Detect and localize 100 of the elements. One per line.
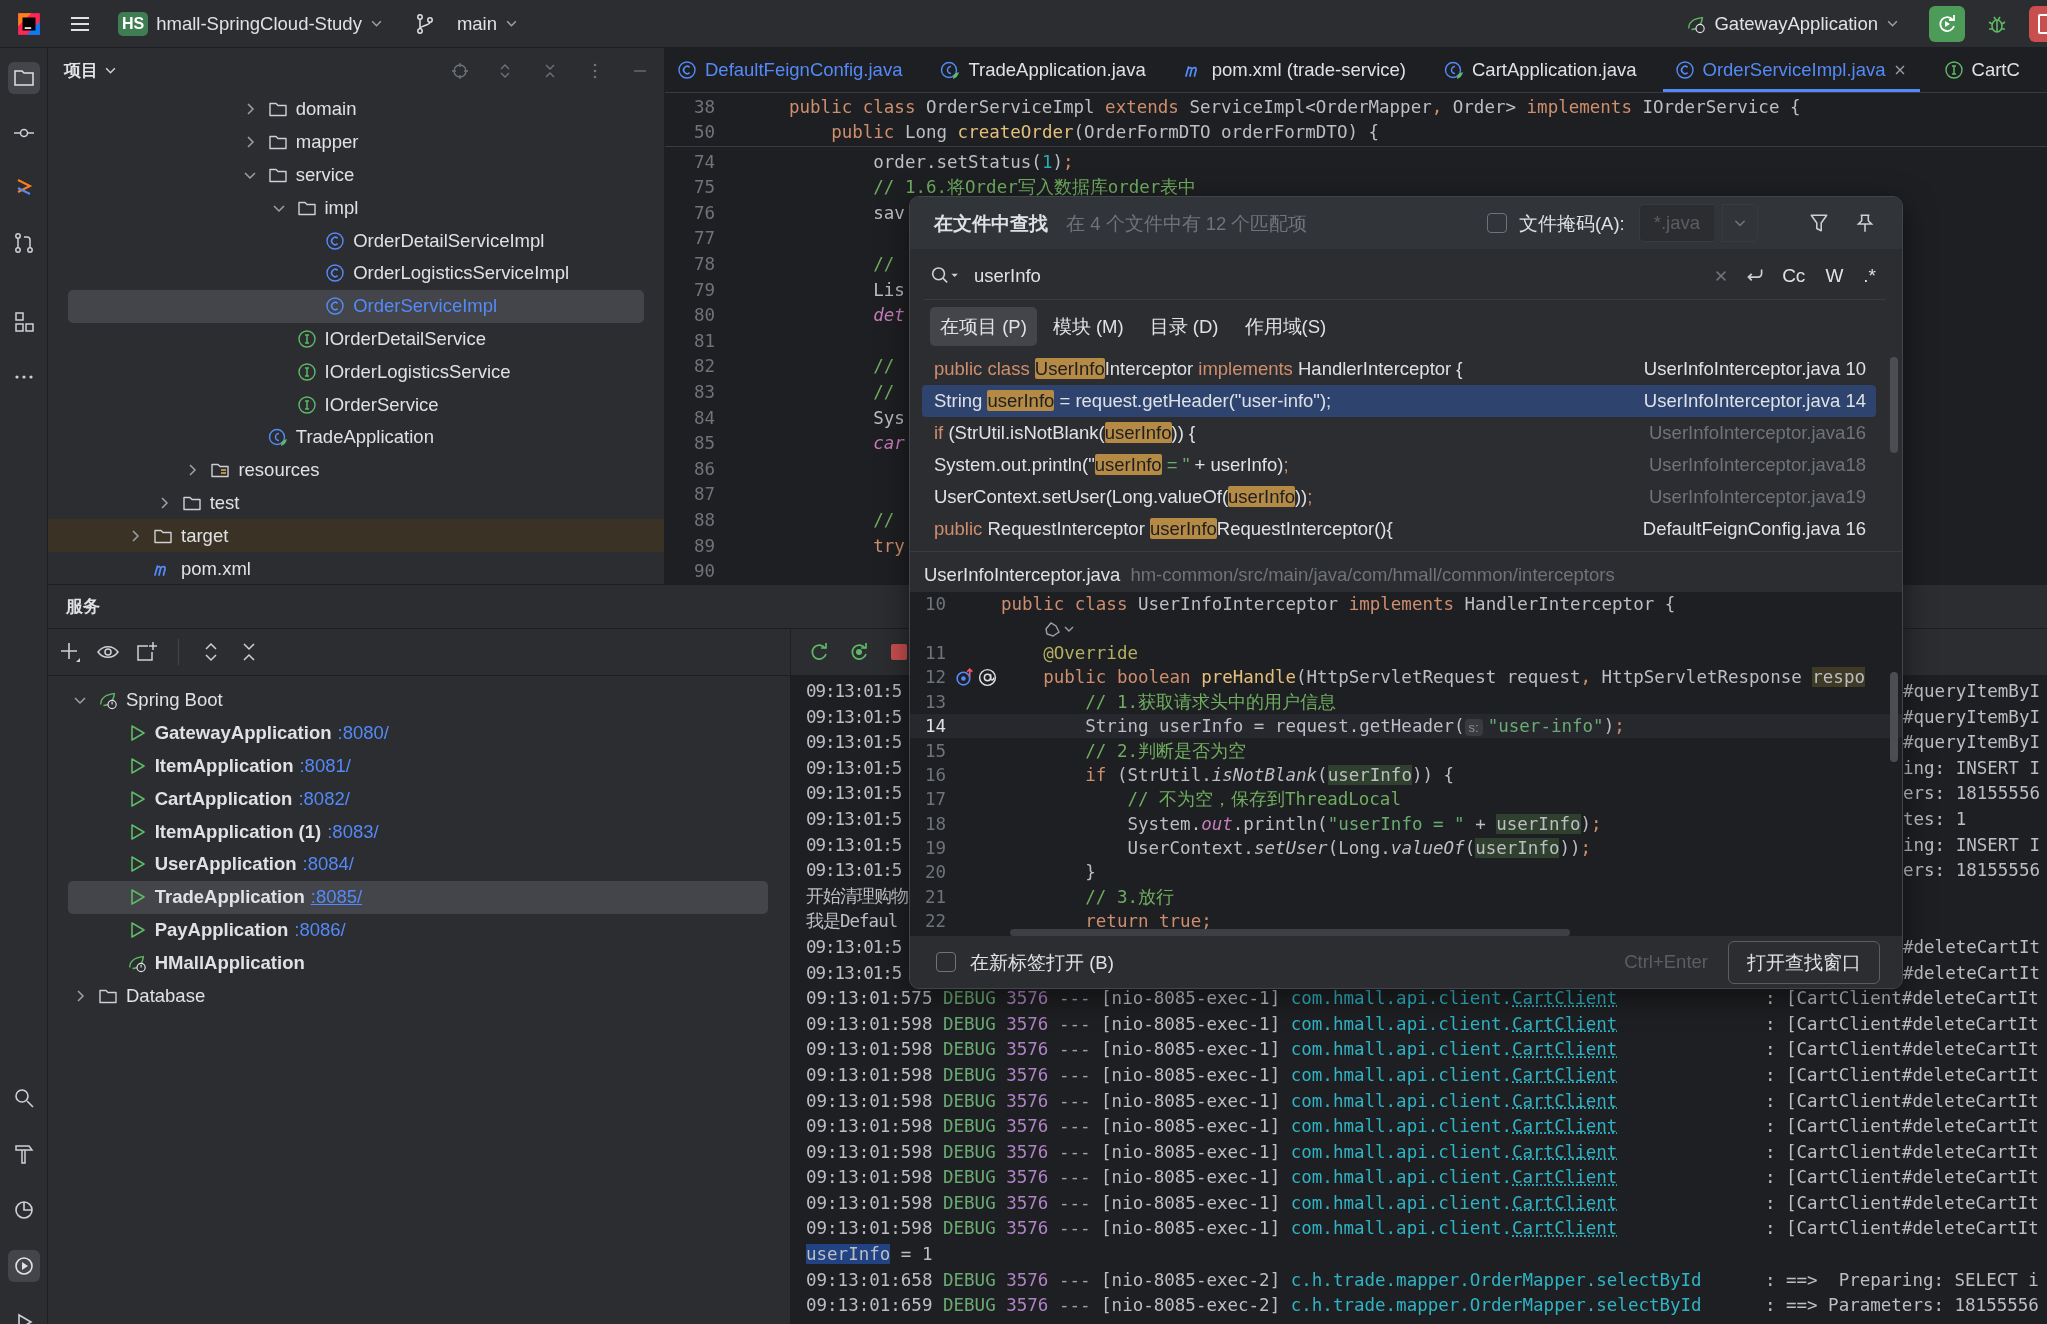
scrollbar[interactable] xyxy=(1890,357,1898,453)
tree-item[interactable]: pom.xml xyxy=(68,552,644,584)
tree-item[interactable]: Database xyxy=(68,979,768,1012)
search-result[interactable]: String userInfo = request.getHeader("user-info"); UserInfoInterceptor.java 14 xyxy=(922,385,1876,417)
implements-icon[interactable] xyxy=(954,666,975,688)
log-line: 09:13:01:575 DEBUG 3576 --- [nio-8085-exec-1] com.hmall.api.client.CartClient : [CartClient#deleteCartIt xyxy=(806,987,2040,1011)
editor-tab[interactable]: CartApplication.java xyxy=(1432,48,1651,92)
search-option-toggle[interactable]: .* xyxy=(1859,261,1880,291)
result-file: UserInfoInterceptor.java 14 xyxy=(1643,390,1866,412)
tree-item[interactable]: impl xyxy=(68,191,644,225)
tree-item[interactable]: UserApplication :8084/ xyxy=(68,848,768,881)
run-config-selector[interactable]: GatewayApplication xyxy=(1678,6,1907,41)
at-sign-icon[interactable] xyxy=(977,666,998,688)
checkbox-label[interactable]: 在新标签打开 (B) xyxy=(970,949,1114,975)
rerun-button[interactable] xyxy=(1929,5,1965,42)
checkbox[interactable] xyxy=(1486,213,1507,233)
tree-item[interactable]: IOrderService xyxy=(68,388,644,421)
line-number: 85 xyxy=(692,433,715,454)
log-text: ing: INSERT I xyxy=(1903,756,2041,780)
log-text: ers: 18155556 xyxy=(1903,859,2041,883)
app-logo-icon[interactable] xyxy=(16,10,42,37)
tree-item[interactable]: OrderLogisticsServiceImpl xyxy=(68,257,644,290)
search-result[interactable]: System.out.println("userInfo = " + userInfo); UserInfoInterceptor.java18 xyxy=(922,449,1876,481)
panel-title[interactable]: 项目 xyxy=(64,59,98,82)
scope-tab[interactable]: 在项目 (P) xyxy=(930,307,1037,346)
tree-item[interactable]: TradeApplication :8085/ xyxy=(68,880,768,914)
locate-icon[interactable] xyxy=(450,60,470,81)
tree-item[interactable]: ItemApplication (1) :8083/ xyxy=(68,815,768,848)
log-text: #queryItemByI xyxy=(1903,731,2041,755)
folder-icon[interactable] xyxy=(7,62,40,94)
tree-item[interactable]: HMallApplication xyxy=(68,946,768,980)
search-field[interactable]: userInfo xyxy=(972,259,1699,293)
tree-item[interactable]: ItemApplication :8081/ xyxy=(68,749,768,783)
new-tab-icon[interactable] xyxy=(134,640,158,664)
log-text: #queryItemByI xyxy=(1903,705,2041,729)
popup-title: 在文件中查找 xyxy=(934,211,1048,236)
class-link[interactable]: CartClient xyxy=(1512,1192,1618,1213)
editor-tab[interactable]: pom.xml (trade-service) xyxy=(1171,48,1420,92)
code-line: Sys xyxy=(872,407,905,428)
pin-icon[interactable] xyxy=(1854,212,1876,234)
port-link[interactable]: :8086/ xyxy=(294,918,346,941)
editor-tab[interactable]: OrderServiceImpl.java xyxy=(1662,48,1920,92)
tree-item[interactable]: service xyxy=(68,158,644,192)
panel-title[interactable]: 服务 xyxy=(66,595,100,618)
editor-tab[interactable]: CartC xyxy=(1931,48,2034,92)
class-link[interactable]: CartClient xyxy=(1512,1167,1618,1188)
search-option-toggle[interactable]: Cc xyxy=(1778,261,1810,291)
project-name: hmall-SpringCloud-Study xyxy=(156,12,362,35)
search-result[interactable]: public RequestInterceptor userInfoRequestInterceptor(){ DefaultFeignConfig.java 16 xyxy=(922,513,1876,545)
log-text: 09:13:01:5 xyxy=(806,705,902,729)
class-link[interactable]: CartClient xyxy=(1512,1141,1618,1162)
class-link[interactable]: CartClient xyxy=(1512,1013,1618,1034)
class-link[interactable]: CartClient xyxy=(1512,1218,1618,1239)
class-link[interactable]: CartClient xyxy=(1512,1090,1618,1111)
search-result[interactable]: public class UserInfoInterceptor implements HandlerInterceptor { UserInfoInterceptor.java 10 xyxy=(922,353,1876,385)
project-selector[interactable]: HS hmall-SpringCloud-Study xyxy=(110,5,391,42)
tree-item[interactable]: CartApplication :8082/ xyxy=(68,782,768,816)
branch-name: main xyxy=(456,12,497,35)
scrollbar[interactable] xyxy=(1890,672,1898,762)
filter-icon[interactable] xyxy=(1808,212,1830,234)
tree-item[interactable]: mapper xyxy=(68,125,644,159)
open-find-window-button[interactable]: 打开查找窗口 xyxy=(1728,940,1880,984)
tree-item[interactable]: Spring Boot xyxy=(68,684,768,717)
tree-item[interactable]: resources xyxy=(68,453,644,487)
tree-item[interactable]: domain xyxy=(68,93,644,126)
port-link[interactable]: :8081/ xyxy=(299,755,351,777)
port-link[interactable]: :8084/ xyxy=(302,853,354,876)
log-text: ers: 18155556 xyxy=(1903,782,2041,806)
app-class-icon xyxy=(940,59,961,80)
editor-tab[interactable]: TradeApplication.java xyxy=(928,48,1160,92)
branch-selector[interactable]: main xyxy=(404,5,526,42)
class-link[interactable]: CartClient xyxy=(1512,1064,1618,1085)
close-icon[interactable] xyxy=(1893,63,1906,76)
scope-tab[interactable]: 作用域(S) xyxy=(1234,307,1337,346)
tree-item[interactable]: test xyxy=(68,486,644,520)
class-link[interactable]: CartClient xyxy=(1512,988,1618,1009)
tree-item[interactable]: TradeApplication xyxy=(68,420,644,454)
tree-item[interactable]: GatewayApplication :8080/ xyxy=(68,716,768,750)
port-link[interactable]: :8083/ xyxy=(327,820,379,843)
scope-tab[interactable]: 目录 (D) xyxy=(1139,307,1229,346)
checkbox[interactable] xyxy=(936,952,956,972)
tree-item[interactable]: PayApplication :8086/ xyxy=(68,913,768,947)
search-option-toggle[interactable]: W xyxy=(1821,261,1848,291)
port-link[interactable]: :8080/ xyxy=(337,722,389,745)
class-link[interactable]: CartClient xyxy=(1512,1116,1618,1137)
project-badge: HS xyxy=(118,11,149,36)
run-config-name: GatewayApplication xyxy=(1714,12,1878,35)
add-icon[interactable] xyxy=(58,640,82,664)
port-link[interactable]: :8082/ xyxy=(298,787,350,810)
class-link[interactable]: CartClient xyxy=(1512,1039,1618,1060)
editor-tab[interactable]: DefaultFeignConfig.java xyxy=(665,48,917,92)
services-icon[interactable] xyxy=(7,1250,40,1282)
tree-item[interactable]: OrderDetailServiceImpl xyxy=(68,224,644,257)
checkbox-label[interactable]: 文件掩码(A): xyxy=(1518,210,1625,236)
scope-tab[interactable]: 模块 (M) xyxy=(1042,307,1134,346)
line-number: 16 xyxy=(923,764,946,785)
tree-item[interactable]: target xyxy=(48,519,664,553)
tree-item[interactable]: IOrderLogisticsService xyxy=(68,355,644,389)
tree-item[interactable]: IOrderDetailService xyxy=(68,322,644,356)
scrollbar[interactable] xyxy=(1010,929,1570,936)
